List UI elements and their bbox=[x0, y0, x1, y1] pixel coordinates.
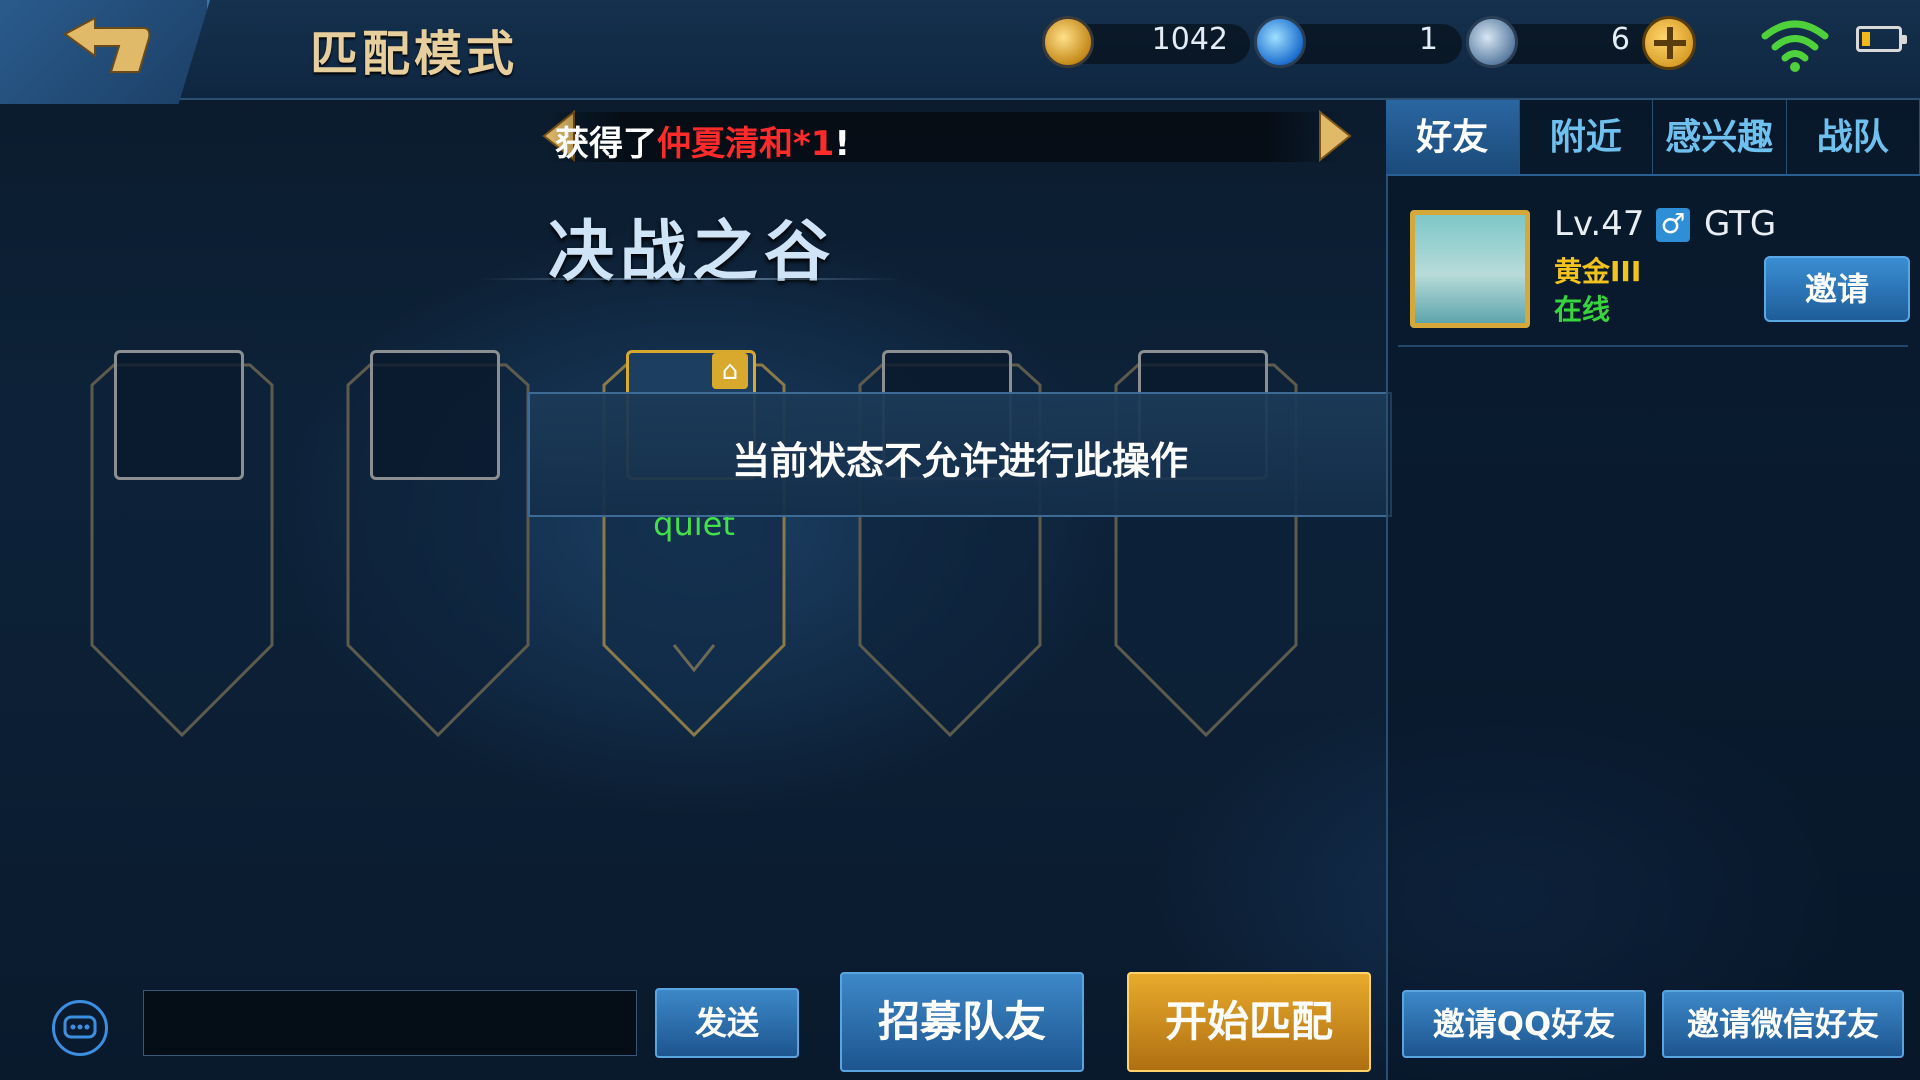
toast-message-box: 当前状态不允许进行此操作 bbox=[528, 392, 1392, 517]
empty-avatar-slot[interactable] bbox=[370, 350, 500, 480]
voucher-icon bbox=[1466, 16, 1518, 68]
invite-qq-friends-button[interactable]: 邀请QQ好友 bbox=[1402, 990, 1646, 1058]
tab-friends[interactable]: 好友 bbox=[1386, 100, 1520, 176]
page-title: 匹配模式 bbox=[310, 26, 519, 82]
invite-wechat-friends-button[interactable]: 邀请微信好友 bbox=[1662, 990, 1904, 1058]
friend-level: Lv.47 bbox=[1554, 204, 1645, 244]
chat-input[interactable] bbox=[143, 990, 637, 1056]
announcement-highlight: 仲夏清和*1 bbox=[657, 124, 835, 162]
announcement-text: 获得了仲夏清和*1! bbox=[555, 116, 850, 162]
team-leader-home-icon: ⌂ bbox=[712, 353, 748, 389]
tab-team[interactable]: 战队 bbox=[1787, 100, 1920, 176]
plus-icon[interactable] bbox=[1642, 16, 1696, 70]
diamond-icon bbox=[1254, 16, 1306, 68]
diamond-amount: 1 bbox=[1418, 22, 1438, 57]
start-match-button[interactable]: 开始匹配 bbox=[1127, 972, 1371, 1072]
tab-interested[interactable]: 感兴趣 bbox=[1653, 100, 1787, 176]
tabs-underline bbox=[1386, 174, 1920, 176]
friend-divider bbox=[1398, 345, 1908, 347]
friend-rank: 黄金III bbox=[1554, 255, 1642, 288]
battery-icon bbox=[1856, 26, 1907, 52]
empty-avatar-slot[interactable] bbox=[114, 350, 244, 480]
gold-amount: 1042 bbox=[1151, 22, 1228, 57]
back-button[interactable] bbox=[0, 0, 210, 104]
announcement-suffix: ! bbox=[834, 124, 850, 162]
map-title-underline bbox=[480, 278, 900, 280]
announcement-prefix: 获得了 bbox=[555, 124, 657, 162]
wifi-icon bbox=[1761, 20, 1829, 72]
send-button[interactable]: 发送 bbox=[655, 988, 799, 1058]
chat-bubble-icon[interactable] bbox=[52, 1000, 108, 1056]
announcement-banner: 获得了仲夏清和*1! bbox=[545, 112, 1345, 162]
male-icon: ♂ bbox=[1656, 208, 1690, 242]
back-arrow-icon bbox=[63, 16, 151, 73]
recruit-teammates-button[interactable]: 招募队友 bbox=[840, 972, 1084, 1072]
announce-next-arrow-icon[interactable] bbox=[1318, 110, 1354, 162]
friend-online-status: 在线 bbox=[1554, 293, 1611, 326]
friend-avatar[interactable] bbox=[1410, 210, 1530, 328]
toast-message: 当前状态不允许进行此操作 bbox=[731, 439, 1188, 483]
team-slot-1[interactable] bbox=[72, 345, 292, 745]
gold-coin-icon bbox=[1042, 16, 1094, 68]
invite-friend-button[interactable]: 邀请 bbox=[1764, 256, 1910, 322]
team-slot-2[interactable] bbox=[328, 345, 548, 745]
voucher-amount: 6 bbox=[1610, 22, 1630, 57]
friend-name: GTG bbox=[1704, 204, 1777, 244]
friend-list-item[interactable]: Lv.47 ♂ GTG 黄金III 在线 邀请 bbox=[1386, 200, 1920, 340]
tab-nearby[interactable]: 附近 bbox=[1520, 100, 1653, 176]
top-bar: 匹配模式 1042 1 6 bbox=[0, 0, 1920, 104]
friends-tabs: 好友 附近 感兴趣 战队 bbox=[1386, 100, 1920, 176]
